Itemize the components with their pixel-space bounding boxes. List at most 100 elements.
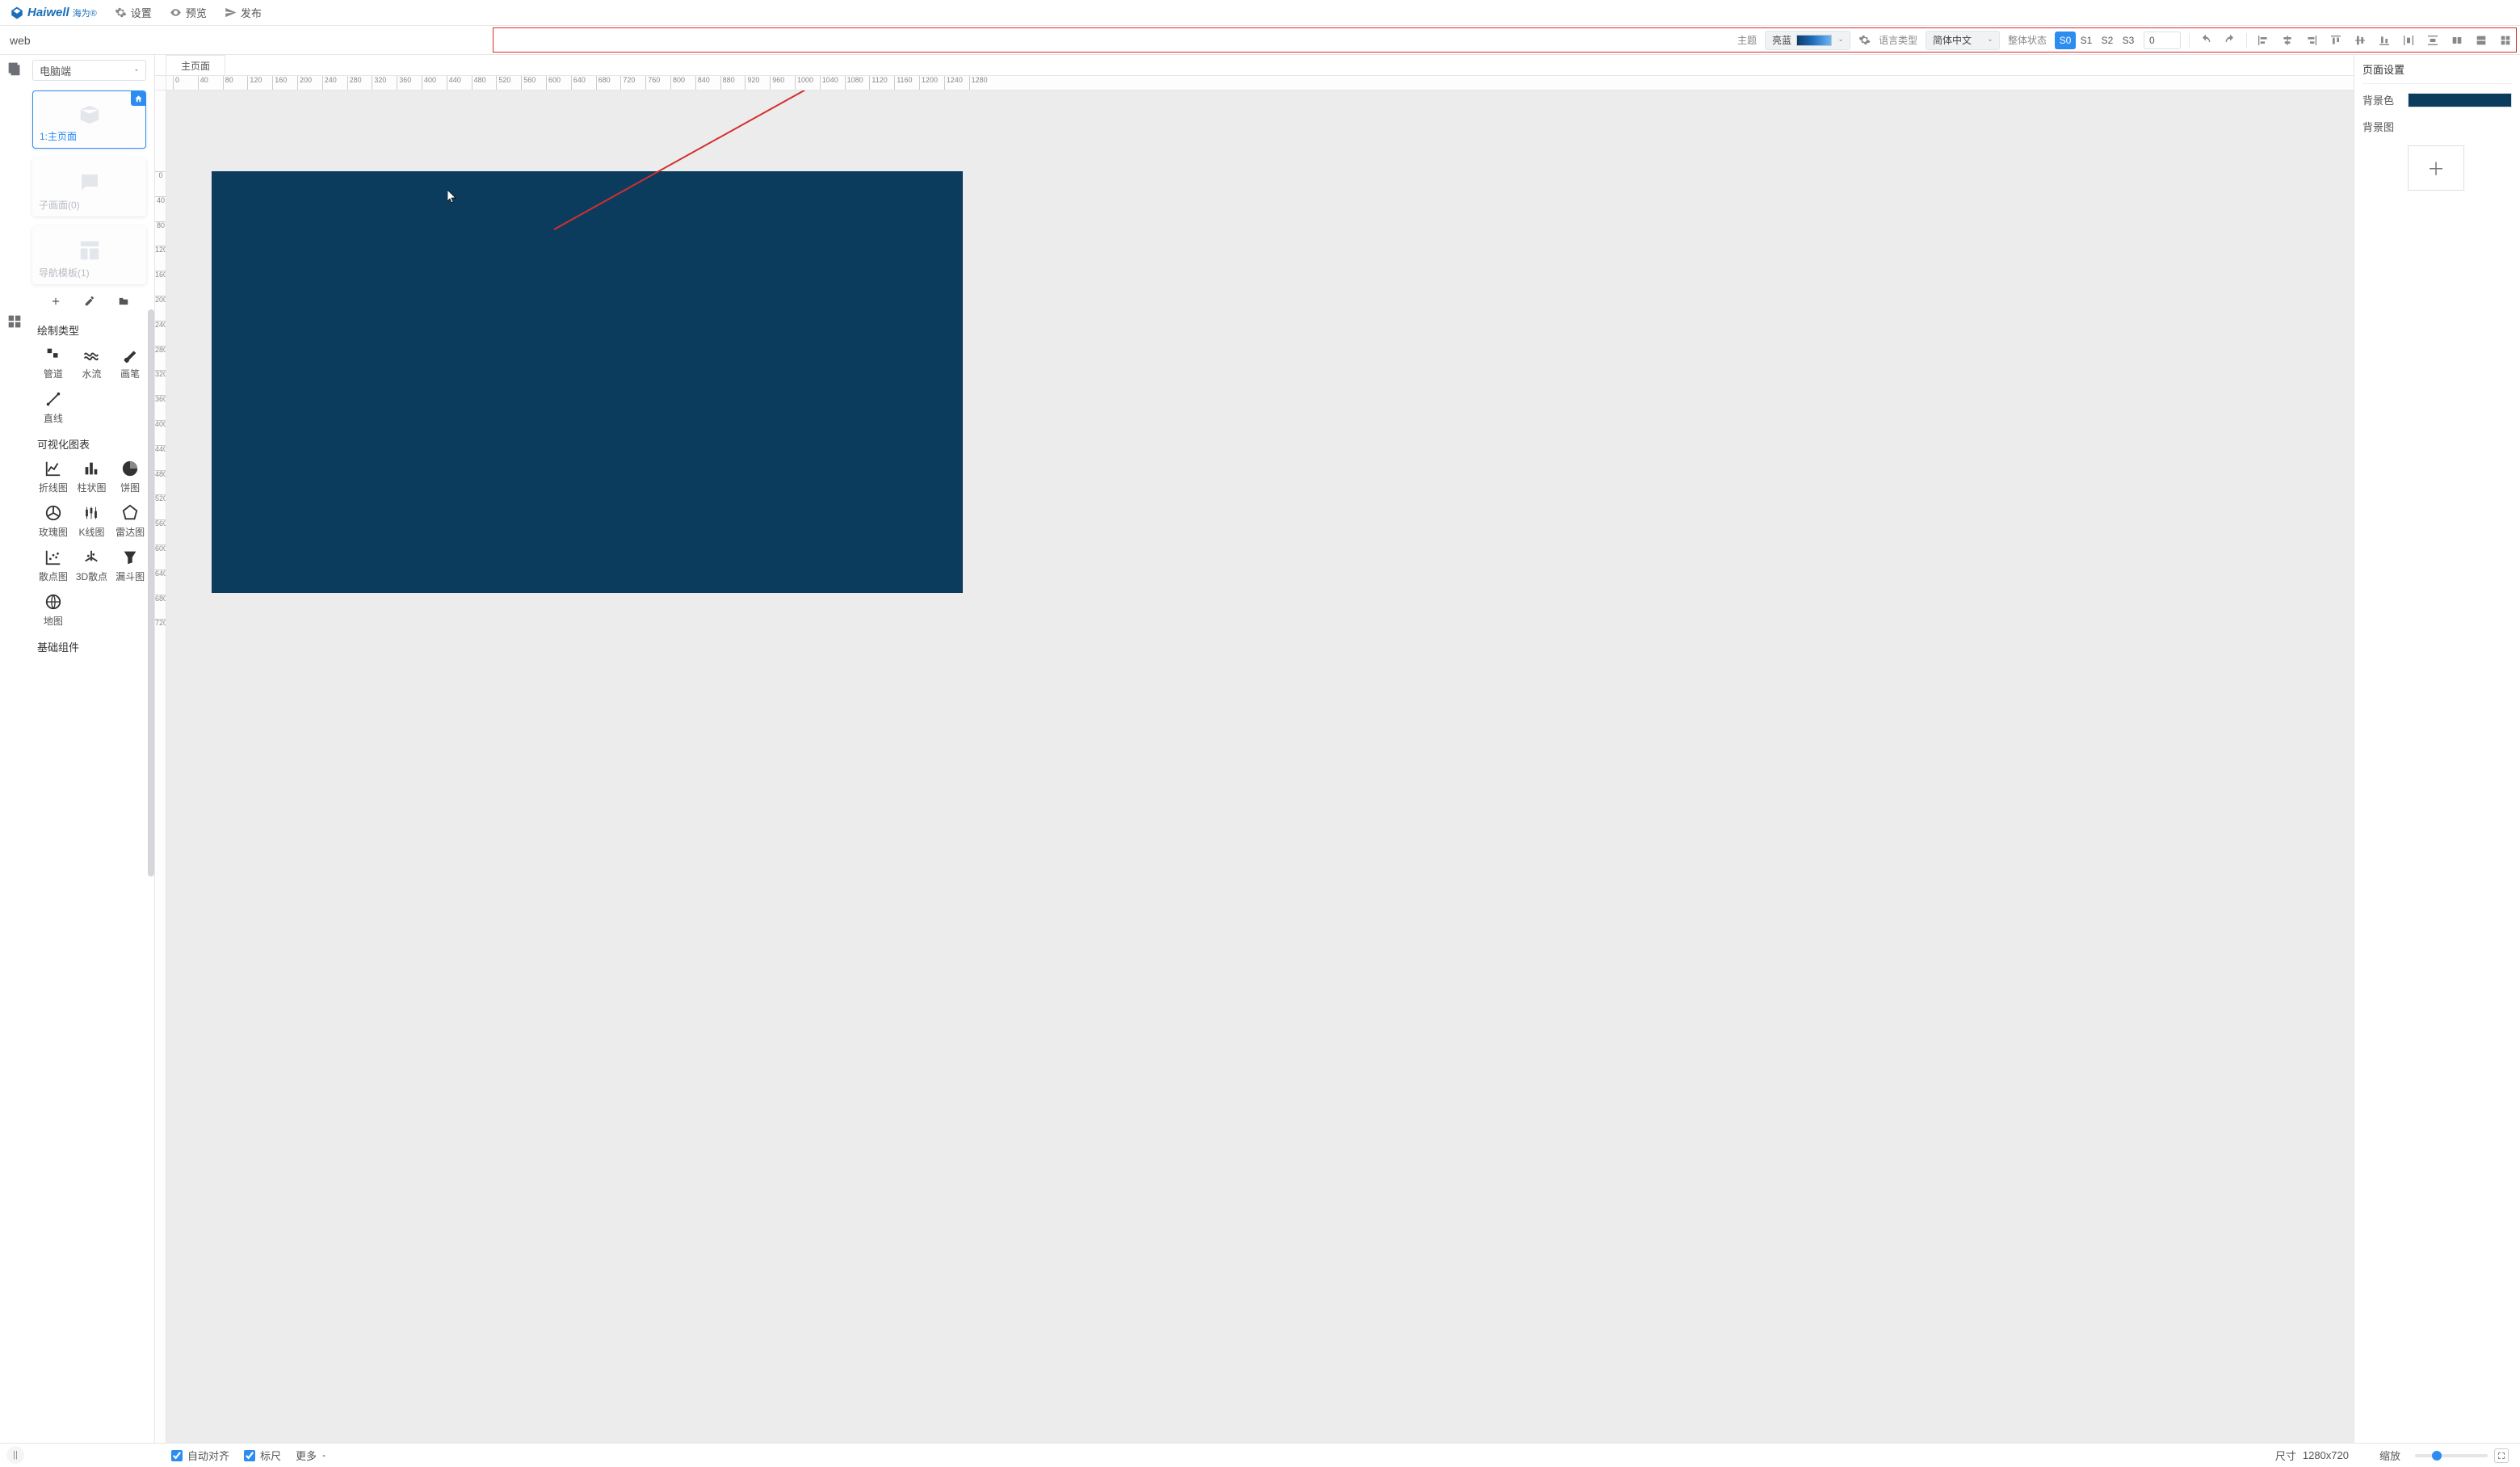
chevron-up-icon [320,1452,328,1460]
zoom-slider-thumb[interactable] [2432,1451,2442,1461]
page-card-label: 导航模板(1) [39,266,140,280]
ruler-tick: 760 [645,76,660,90]
ruler-tick: 720 [620,76,635,90]
state-s1[interactable]: S1 [2076,32,2097,49]
ruler-tick: 240 [322,76,337,90]
ruler-tick: 40 [155,196,166,204]
page-card-label: 1:主页面 [40,129,139,143]
tool-funnel[interactable]: 漏斗图 [112,547,148,585]
page-folder-button[interactable] [118,296,129,309]
tool-pipe[interactable]: 管道 [36,344,71,382]
ruler-tick: 1240 [944,76,963,90]
ruler-tick: 720 [155,619,166,627]
tool-radar[interactable]: 雷达图 [112,502,148,540]
theme-select[interactable]: 亮蓝 [1765,31,1850,50]
ruler-tick: 480 [472,76,486,90]
tool-candle[interactable]: K线图 [74,502,110,540]
collapse-left-handle[interactable]: || [6,1446,24,1464]
tool-linechart[interactable]: 折线图 [36,458,71,496]
same-height-button[interactable] [2473,32,2489,48]
align-hcenter-button[interactable] [2279,32,2295,48]
project-name: web [10,34,31,47]
ruler-checkbox[interactable] [244,1450,255,1461]
tool-scatter[interactable]: 散点图 [36,547,71,585]
horizontal-ruler[interactable]: 0408012016020024028032036040044048052056… [166,76,2354,90]
state-s3[interactable]: S3 [2118,32,2139,49]
state-s2[interactable]: S2 [2097,32,2118,49]
state-input[interactable] [2144,32,2181,49]
size-value: 1280x720 [2303,1449,2349,1461]
page-card-nav[interactable]: 导航模板(1) [32,226,146,284]
chevron-down-icon [132,66,141,74]
autoalign-toggle[interactable]: 自动对齐 [171,1448,229,1463]
section-chart-title: 可视化图表 [37,436,148,452]
same-size-button[interactable] [2497,32,2514,48]
zoom-slider[interactable] [2415,1454,2488,1457]
undo-button[interactable] [2198,32,2214,48]
tool-scatter3d[interactable]: 3D散点 [74,547,110,585]
left-panel: 电脑端 1:主页面 子画面(0) 导航模板(1) [0,55,155,1443]
more-button[interactable]: 更多 [296,1448,328,1463]
ruler-tick: 1080 [845,76,863,90]
ruler-tick: 0 [155,171,166,179]
ruler-toggle[interactable]: 标尺 [244,1448,281,1463]
lang-select[interactable]: 简体中文 [1926,31,2000,50]
tool-flow[interactable]: 水流 [74,344,110,382]
vertical-ruler[interactable]: 0408012016020024028032036040044048052056… [155,90,166,1443]
page-stage[interactable] [212,171,963,593]
tool-pie[interactable]: 饼图 [112,458,148,496]
pages-panel-icon[interactable] [6,60,23,78]
ruler-tick: 520 [496,76,510,90]
ruler-tick: 1280 [969,76,988,90]
eye-icon [170,6,182,19]
add-page-button[interactable] [50,296,61,309]
ruler-tick: 560 [155,519,166,528]
menu-publish[interactable]: 发布 [225,5,262,20]
tool-barchart[interactable]: 柱状图 [74,458,110,496]
ruler-tick: 640 [571,76,586,90]
align-bottom-button[interactable] [2376,32,2392,48]
ruler-tick: 1040 [820,76,838,90]
align-right-button[interactable] [2304,32,2320,48]
tool-rose[interactable]: 玫瑰图 [36,502,71,540]
state-s0[interactable]: S0 [2055,32,2076,49]
zoom-fit-button[interactable] [2494,1448,2509,1463]
ruler-tick: 280 [155,346,166,354]
same-width-button[interactable] [2449,32,2465,48]
statusbar: || 自动对齐 标尺 更多 尺寸 1280x720 缩放 [0,1443,2520,1467]
autoalign-checkbox[interactable] [171,1450,183,1461]
edit-page-button[interactable] [84,296,95,309]
canvas-viewport[interactable] [166,90,2354,1443]
bgcolor-swatch[interactable] [2408,93,2512,107]
lang-settings-icon[interactable] [1858,34,1871,46]
chevron-down-icon [1837,36,1845,44]
ruler-tick: 640 [155,570,166,578]
page-card-main[interactable]: 1:主页面 [32,90,146,149]
tool-line[interactable]: 直线 [36,389,71,427]
align-top-button[interactable] [2328,32,2344,48]
ruler-tick: 240 [155,321,166,329]
left-scrollbar[interactable] [148,309,154,876]
ruler-tick: 80 [223,76,233,90]
ruler-tick: 1120 [869,76,887,90]
state-label: 整体状态 [2008,33,2047,47]
distribute-v-button[interactable] [2425,32,2441,48]
components-panel-icon[interactable] [6,313,23,330]
ruler-tick: 120 [155,246,166,254]
right-panel-title: 页面设置 [2362,60,2512,84]
distribute-h-button[interactable] [2400,32,2417,48]
page-card-sub[interactable]: 子画面(0) [32,158,146,216]
device-select[interactable]: 电脑端 [32,60,146,81]
align-left-button[interactable] [2255,32,2271,48]
ruler-tick: 600 [546,76,561,90]
bgimg-add-button[interactable]: ＋ [2408,145,2464,191]
ruler-tick: 800 [670,76,685,90]
align-vcenter-button[interactable] [2352,32,2368,48]
redo-button[interactable] [2222,32,2238,48]
menu-settings[interactable]: 设置 [115,5,152,20]
menu-preview[interactable]: 预览 [170,5,207,20]
tool-map[interactable]: 地图 [36,591,71,629]
tool-brush[interactable]: 画笔 [112,344,148,382]
editor-tab-main[interactable]: 主页面 [166,55,225,75]
zoom-label: 缩放 [2379,1448,2400,1463]
